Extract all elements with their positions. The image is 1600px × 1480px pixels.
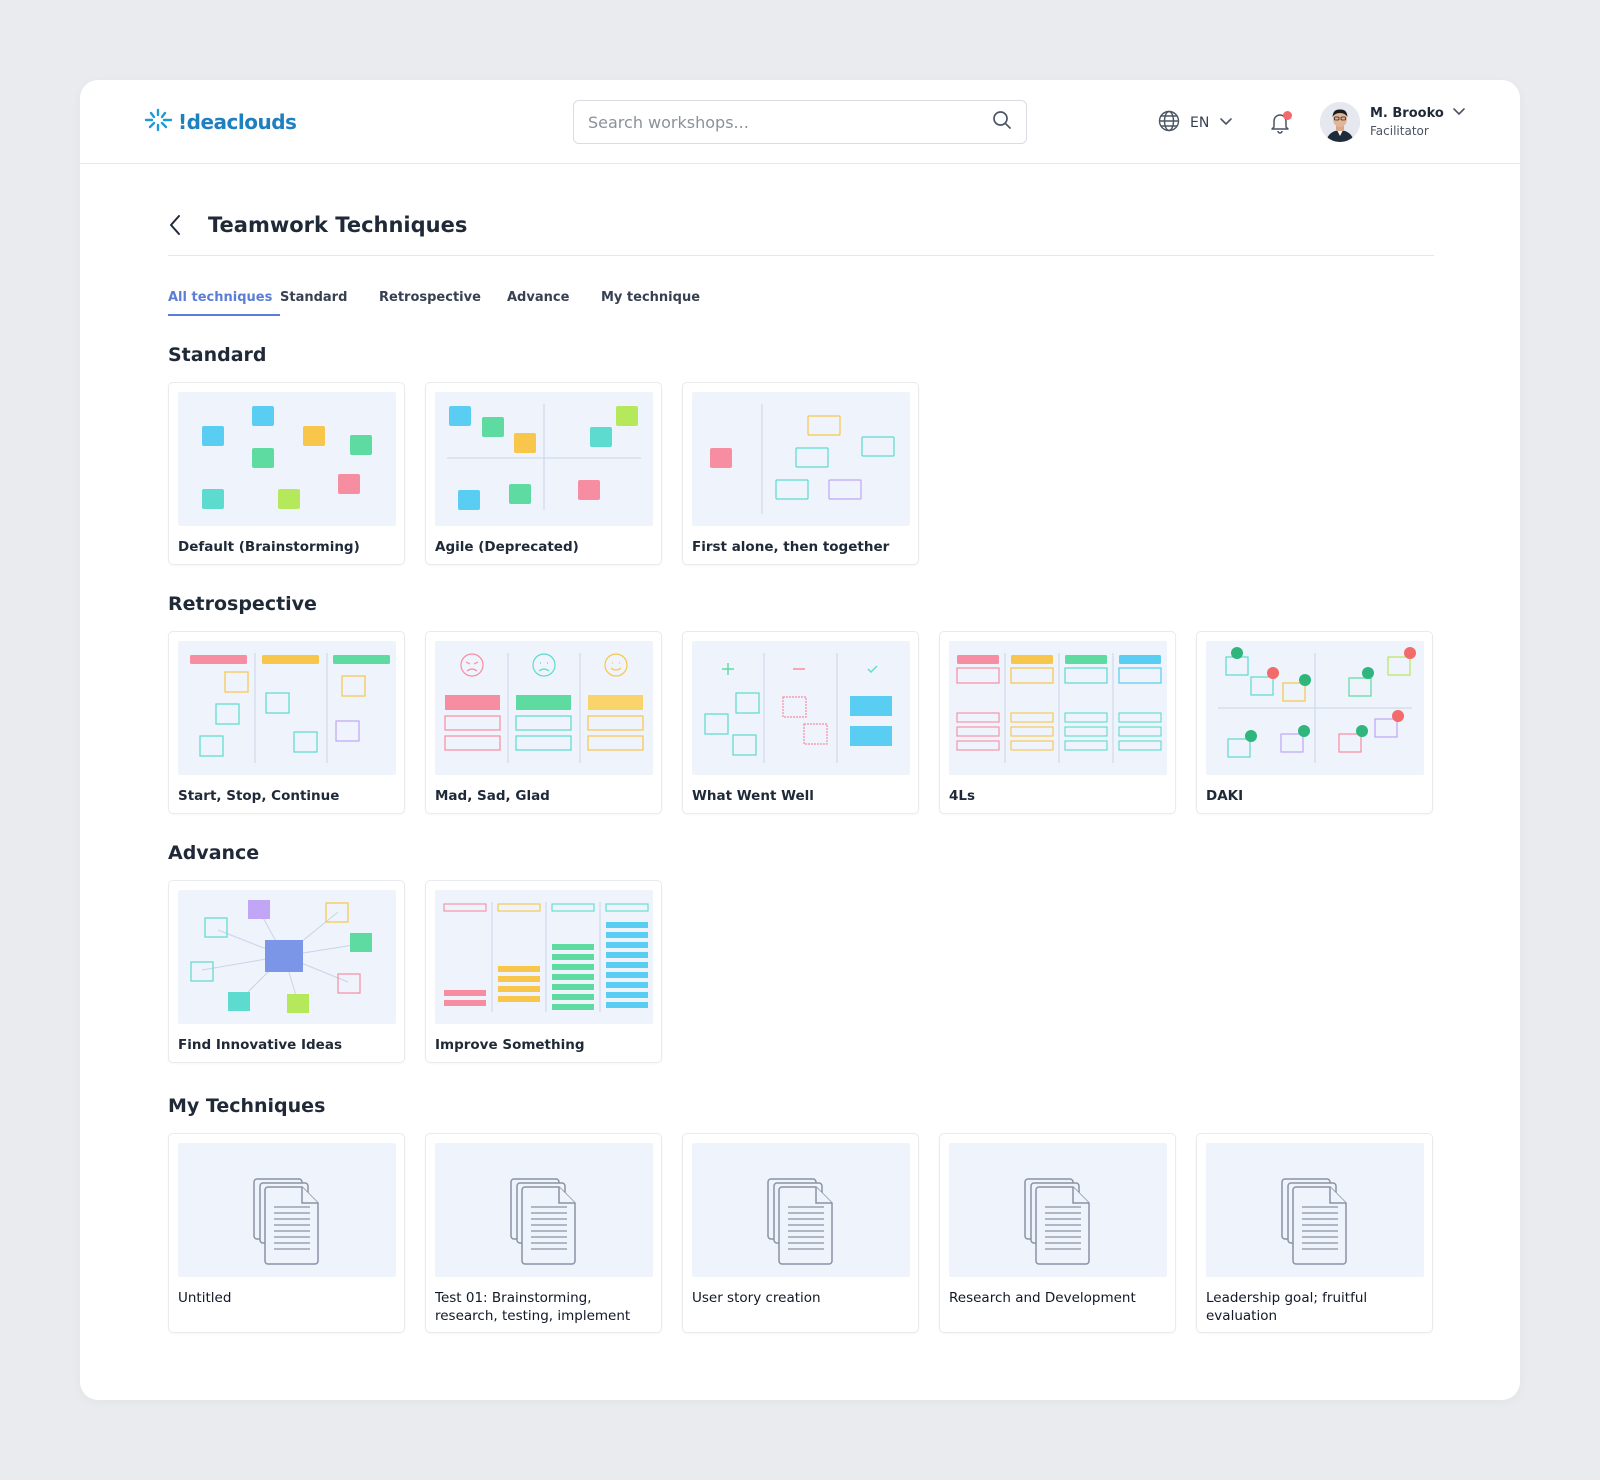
tab-my-technique[interactable]: My technique [601,290,700,316]
chevron-down-icon [1219,115,1233,131]
technique-card-label: What Went Well [692,788,814,804]
logo-text: !deaclouds [178,110,297,134]
page-header: Teamwork Techniques [168,164,1434,256]
technique-card[interactable]: User story creation [682,1133,919,1333]
technique-thumbnail [178,1143,396,1277]
technique-card[interactable]: Find Innovative Ideas [168,880,405,1063]
technique-thumbnail [178,890,396,1024]
technique-thumbnail [435,641,653,775]
section-title-retrospective: Retrospective [168,593,317,615]
technique-thumbnail [435,1143,653,1277]
technique-card-label: Leadership goal; fruitful evaluation [1206,1290,1368,1324]
user-name-row: M. Brooko [1370,106,1466,121]
technique-card-label: Default (Brainstorming) [178,539,360,555]
technique-card[interactable]: Research and Development [939,1133,1176,1333]
technique-thumbnail [178,641,396,775]
main-content: Teamwork Techniques All techniques Stand… [168,164,1434,1333]
cards-standard: Default (Brainstorming) Agile (Deprecate… [168,382,1434,565]
technique-card[interactable]: Agile (Deprecated) [425,382,662,565]
technique-card-label: Agile (Deprecated) [435,539,579,555]
document-icon [1024,1178,1090,1265]
technique-card-label: Mad, Sad, Glad [435,788,550,804]
technique-thumbnail [692,1143,910,1277]
technique-thumbnail [1206,1143,1424,1277]
technique-card[interactable]: First alone, then together [682,382,919,565]
notifications-button[interactable] [1268,110,1292,134]
technique-card-label: Test 01: Brainstorming, research, testin… [435,1290,631,1324]
technique-thumbnail [178,392,396,526]
logo-icon [144,108,174,136]
tab-retrospective[interactable]: Retrospective [379,290,507,316]
technique-card-label: 4Ls [949,788,976,804]
technique-card-label: Untitled [178,1290,232,1306]
tab-advance[interactable]: Advance [507,290,601,316]
page-title: Teamwork Techniques [208,212,468,237]
technique-card-label: First alone, then together [692,539,890,555]
user-info: M. Brooko Facilitator [1370,106,1466,138]
technique-card-label: DAKI [1206,788,1244,804]
language-selector[interactable]: EN [1158,110,1233,136]
cards-advance: Find Innovative Ideas Improve Something [168,880,1434,1063]
notification-badge [1283,111,1292,120]
document-icon [510,1178,576,1265]
document-icon [767,1178,833,1265]
document-icon [1281,1178,1347,1265]
cards-retrospective: Start, Stop, Continue Mad, Sad, Glad Wha… [168,631,1434,814]
technique-card[interactable]: DAKI [1196,631,1433,814]
technique-card[interactable]: Improve Something [425,880,662,1063]
technique-thumbnail [435,890,653,1024]
back-arrow-icon[interactable] [168,214,190,236]
technique-card-label: Improve Something [435,1037,585,1053]
avatar [1320,102,1360,142]
technique-card-label: Find Innovative Ideas [178,1037,342,1053]
document-icon [253,1178,319,1265]
globe-icon [1158,110,1180,136]
technique-card[interactable]: Untitled [168,1133,405,1333]
tab-all-techniques[interactable]: All techniques [168,290,280,316]
search-input[interactable] [588,112,992,132]
app-window: !deaclouds EN [80,80,1520,1400]
technique-card[interactable]: Start, Stop, Continue [168,631,405,814]
language-code: EN [1190,115,1210,131]
technique-card[interactable]: 4Ls [939,631,1176,814]
search-icon[interactable] [992,110,1012,134]
logo[interactable]: !deaclouds [144,108,297,136]
technique-card[interactable]: Test 01: Brainstorming, research, testin… [425,1133,662,1333]
technique-card[interactable]: What Went Well [682,631,919,814]
technique-card-label: User story creation [692,1290,821,1306]
cards-my-techniques: Untitled Test 01: Brainstorming, researc… [168,1133,1434,1333]
technique-thumbnail [1206,641,1424,775]
technique-thumbnail [949,641,1167,775]
search-box [573,100,1027,144]
technique-thumbnail [949,1143,1167,1277]
bell-icon [1268,114,1292,138]
user-role: Facilitator [1370,124,1429,138]
chevron-down-icon [1452,106,1466,121]
section-title-advance: Advance [168,842,260,864]
technique-card-label: Research and Development [949,1290,1136,1306]
top-bar: !deaclouds EN [80,80,1520,164]
section-title-my-techniques: My Techniques [168,1095,326,1117]
user-name: M. Brooko [1370,106,1444,121]
technique-card[interactable]: Leadership goal; fruitful evaluation [1196,1133,1433,1333]
technique-thumbnail [692,392,910,526]
technique-thumbnail [435,392,653,526]
technique-thumbnail [692,641,910,775]
user-menu[interactable]: M. Brooko Facilitator [1320,102,1466,142]
tab-bar: All techniques Standard Retrospective Ad… [168,290,1434,316]
tab-standard[interactable]: Standard [280,290,379,316]
technique-card[interactable]: Default (Brainstorming) [168,382,405,565]
technique-card-label: Start, Stop, Continue [178,788,340,804]
section-title-standard: Standard [168,344,267,366]
technique-card[interactable]: Mad, Sad, Glad [425,631,662,814]
